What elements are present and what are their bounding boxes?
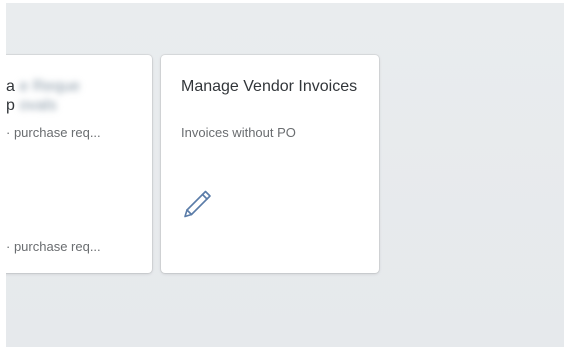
tile-subtitle: Invoices without PO <box>181 125 296 140</box>
tile-title-blurred-line1: e Reque <box>19 78 80 95</box>
tile-title-visible-line1: a <box>6 78 15 95</box>
pencil-icon <box>184 190 211 218</box>
tile-title: Manage Vendor Invoices <box>181 78 358 95</box>
tile-footer: · purchase req... <box>6 239 101 254</box>
tile-title-visible-line2: p <box>6 97 15 114</box>
launchpad-canvas: a e Reque p ovals · purchase req... · pu… <box>6 3 564 347</box>
app-tile-manage-vendor-invoices[interactable]: Manage Vendor Invoices Invoices without … <box>161 55 379 273</box>
app-tile-purchase-requisition-approvals[interactable]: a e Reque p ovals · purchase req... · pu… <box>6 55 152 273</box>
tile-title: a e Reque p ovals <box>6 77 152 115</box>
tile-title-blurred-line2: ovals <box>19 97 57 114</box>
tile-subtitle: · purchase req... <box>6 125 101 140</box>
